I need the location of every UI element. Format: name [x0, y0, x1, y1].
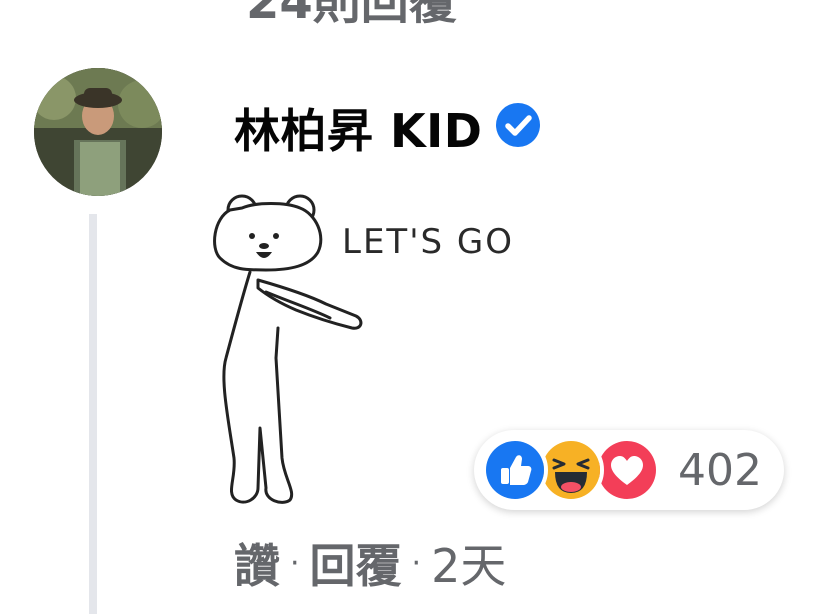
separator: · — [411, 545, 422, 581]
like-icon — [482, 437, 548, 503]
timestamp[interactable]: 2天 — [431, 530, 506, 596]
like-button[interactable]: 讚 — [234, 530, 280, 596]
comment-actions: 讚 · 回覆 · 2天 — [234, 528, 506, 598]
thread-line — [89, 214, 97, 614]
author-name[interactable]: 林柏昇 KID — [234, 95, 482, 161]
reaction-summary[interactable]: 402 — [474, 430, 784, 510]
separator: · — [290, 545, 300, 581]
sticker-caption: LET'S GO — [342, 222, 515, 262]
comment-author: 林柏昇 KID — [234, 96, 542, 160]
view-replies-link[interactable]: 24則回覆 — [246, 0, 457, 32]
verified-badge-icon — [496, 103, 541, 147]
reply-button[interactable]: 回覆 — [310, 530, 402, 596]
avatar[interactable] — [34, 68, 162, 196]
reaction-count: 402 — [678, 444, 762, 496]
